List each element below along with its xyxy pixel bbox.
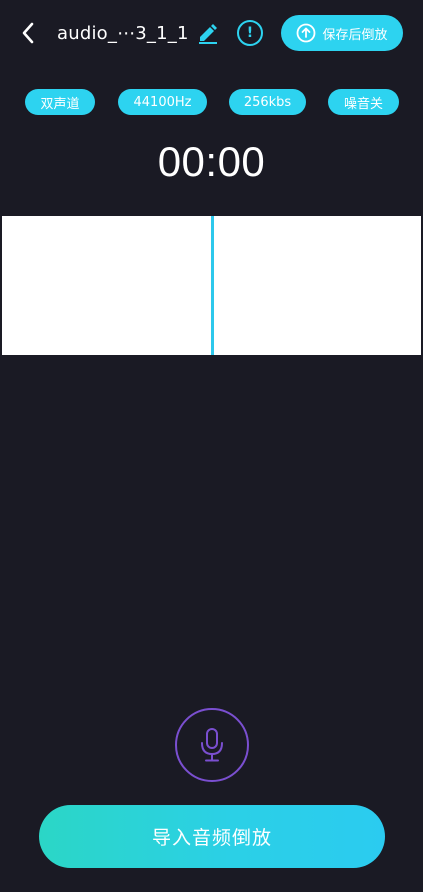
microphone-icon [201, 728, 223, 762]
record-button[interactable] [175, 708, 249, 782]
title-area: audio_⋯3_1_1 [57, 20, 220, 46]
recorder-screen: audio_⋯3_1_1 ! 保存后倒放 双声道 44100Hz 256kbs … [0, 0, 423, 892]
pencil-icon [198, 24, 217, 44]
info-button[interactable]: ! [237, 20, 263, 46]
waveform-area[interactable] [2, 216, 421, 355]
noise-chip[interactable]: 噪音关 [328, 89, 399, 115]
rename-button[interactable] [196, 21, 220, 45]
back-button[interactable] [14, 20, 42, 46]
sample-rate-chip[interactable]: 44100Hz [118, 89, 207, 115]
exclamation-circle-icon: ! [246, 25, 254, 41]
chevron-left-icon [22, 22, 34, 44]
channel-chip[interactable]: 双声道 [25, 89, 95, 115]
file-title: audio_⋯3_1_1 [57, 22, 189, 44]
upload-circle-icon [297, 23, 316, 43]
bitrate-chip[interactable]: 256kbs [229, 89, 306, 115]
audio-settings-chips: 双声道 44100Hz 256kbs 噪音关 [0, 89, 423, 115]
playhead[interactable] [211, 216, 214, 355]
import-audio-button[interactable]: 导入音频倒放 [39, 805, 385, 868]
save-and-reverse-button[interactable]: 保存后倒放 [281, 15, 403, 51]
timer-display: 00:00 [157, 138, 266, 185]
save-button-label: 保存后倒放 [322, 27, 388, 43]
header: audio_⋯3_1_1 ! 保存后倒放 [0, 0, 423, 66]
